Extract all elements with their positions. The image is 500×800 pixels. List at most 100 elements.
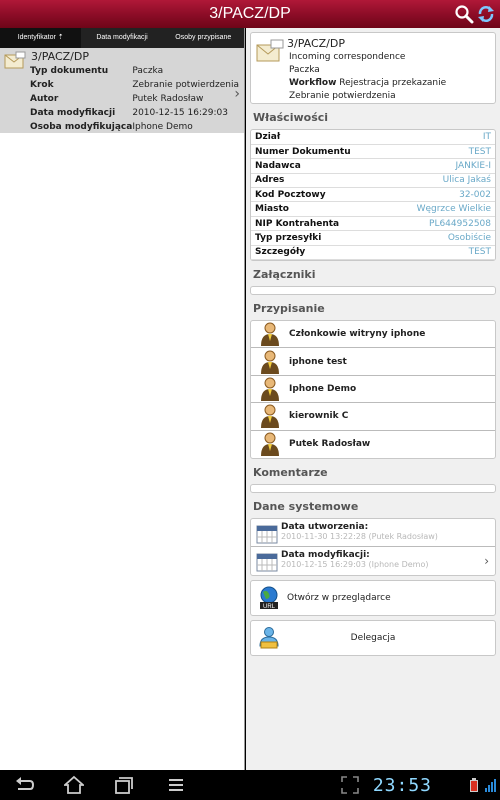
header-step: Zebranie potwierdzenia xyxy=(289,91,396,101)
envelope-icon xyxy=(4,51,26,69)
refresh-icon[interactable] xyxy=(476,4,496,24)
table-row: Typ przesyłki Osobiście xyxy=(251,230,495,246)
property-key: Dział xyxy=(251,130,387,145)
calendar-icon xyxy=(256,525,278,544)
field-key: Osoba modyfikująca xyxy=(30,122,133,132)
field-key: Krok xyxy=(30,80,54,90)
document-header-card: 3/PACZ/DP Incoming correspondence Paczka… xyxy=(250,32,496,104)
field-key: Autor xyxy=(30,94,59,104)
table-row: Numer Dokumentu TEST xyxy=(251,144,495,160)
field-value: Putek Radosław xyxy=(132,94,204,104)
assignee-name: iphone test xyxy=(289,356,347,367)
created-value: 2010-11-30 13:22:28 (Putek Radosław) xyxy=(281,531,438,541)
table-row: Adres Ulica Jakaś xyxy=(251,173,495,189)
globe-url-icon: URL xyxy=(260,586,278,610)
document-fields: Typ dokumentu Paczka Krok Zebranie potwier… xyxy=(30,64,239,134)
property-key: Miasto xyxy=(251,201,387,217)
property-key: Kod Pocztowy xyxy=(251,187,387,203)
field-value: Paczka xyxy=(132,66,164,76)
property-value: 32-002 xyxy=(386,187,495,203)
modified-label: Data modyfikacji: xyxy=(281,549,370,560)
field-key: Typ dokumentu xyxy=(30,66,109,76)
property-key: NIP Kontrahenta xyxy=(251,216,387,232)
recent-apps-icon[interactable] xyxy=(114,775,134,795)
open-in-browser-button[interactable]: URL Otwórz w przeglądarce xyxy=(250,579,496,616)
open-in-browser-label: Otwórz w przeglądarce xyxy=(287,592,391,603)
document-title: 3/PACZ/DP xyxy=(31,50,89,63)
assignee-name: Członkowie witryny iphone xyxy=(289,329,426,340)
person-icon xyxy=(261,404,279,429)
modified-row[interactable]: Data modyfikacji: 2010-12-15 16:29:03 (I… xyxy=(251,547,495,575)
page-title: 3/PACZ/DP xyxy=(209,5,291,22)
delegation-label: Delegacja xyxy=(350,632,396,643)
screenshot-icon[interactable] xyxy=(340,775,360,795)
workflow-label: Workflow xyxy=(289,78,337,88)
field-value: Iphone Demo xyxy=(132,122,193,132)
list-item[interactable]: Iphone Demo xyxy=(251,376,495,404)
workflow-value: Rejestracja przekazanie xyxy=(339,78,447,88)
sort-tabs: Identyfikator ⇡ Data modyfikacji Osoby p… xyxy=(0,28,244,48)
table-row: Miasto Węgrzce Wielkie xyxy=(251,201,495,217)
title-bar: 3/PACZ/DP xyxy=(0,0,500,28)
table-row: Kod Pocztowy 32-002 xyxy=(251,187,495,203)
chevron-right-icon: › xyxy=(484,553,489,568)
back-icon[interactable] xyxy=(14,775,34,795)
delegation-button[interactable]: Delegacja xyxy=(250,619,496,656)
battery-icon xyxy=(470,778,478,792)
section-assignment: Przypisanie xyxy=(253,302,325,316)
assignees-list: Członkowie witryny iphone iphone test Ip… xyxy=(250,320,496,459)
assignee-name: Putek Radosław xyxy=(289,439,371,450)
system-data-card: Data utworzenia: 2010-11-30 13:22:28 (Pu… xyxy=(250,517,496,576)
tab-identyfikator[interactable]: Identyfikator ⇡ xyxy=(0,28,82,48)
modified-value: 2010-12-15 16:29:03 (Iphone Demo) xyxy=(281,559,429,569)
property-value: Węgrzce Wielkie xyxy=(386,201,495,217)
document-list-panel: Identyfikator ⇡ Data modyfikacji Osoby p… xyxy=(0,28,245,770)
table-row: NIP Kontrahenta PL644952508 xyxy=(251,216,495,232)
url-badge-text: URL xyxy=(263,604,276,610)
properties-table: Dział IT Numer Dokumentu TEST Nadawca JANKI… xyxy=(250,129,496,262)
clock: 23:53 xyxy=(372,775,432,796)
property-value: Ulica Jakaś xyxy=(386,173,495,189)
section-comments: Komentarze xyxy=(253,465,328,479)
property-value: JANKIE-I xyxy=(386,158,495,174)
chevron-right-icon: › xyxy=(234,86,240,102)
field-key: Data modyfikacji xyxy=(30,108,116,118)
menu-icon[interactable] xyxy=(166,775,186,795)
list-item[interactable]: Putek Radosław xyxy=(251,431,495,458)
section-attachments: Załączniki xyxy=(253,268,316,282)
property-value: Osobiście xyxy=(386,230,495,246)
search-icon[interactable] xyxy=(454,4,474,24)
field-value: 2010-12-15 16:29:03 xyxy=(132,108,228,118)
tab-data-modyfikacji[interactable]: Data modyfikacji xyxy=(81,28,162,48)
tab-osoby-przypisane[interactable]: Osoby przypisane xyxy=(163,28,244,48)
assignee-name: Iphone Demo xyxy=(289,383,357,394)
property-key: Nadawca xyxy=(251,158,387,174)
property-value: TEST xyxy=(386,245,495,261)
created-row: Data utworzenia: 2010-11-30 13:22:28 (Pu… xyxy=(251,519,495,547)
comments-list xyxy=(250,483,496,493)
list-item[interactable]: iphone test xyxy=(251,348,495,376)
envelope-icon xyxy=(256,39,284,62)
header-title: 3/PACZ/DP xyxy=(287,37,345,50)
property-value: PL644952508 xyxy=(386,216,495,232)
document-list-item[interactable]: 3/PACZ/DP Typ dokumentu Paczka Krok Zebran… xyxy=(0,48,244,133)
property-key: Adres xyxy=(251,173,387,189)
person-icon xyxy=(261,432,279,457)
property-key: Numer Dokumentu xyxy=(251,144,387,160)
person-icon xyxy=(261,377,279,401)
assignee-name: kierownik C xyxy=(289,411,349,422)
table-row: Szczegóły TEST xyxy=(251,245,495,261)
section-system-data: Dane systemowe xyxy=(253,499,359,513)
property-key: Typ przesyłki xyxy=(251,230,387,246)
header-type: Paczka xyxy=(289,65,320,75)
list-item[interactable]: Członkowie witryny iphone xyxy=(251,321,495,349)
list-item[interactable]: kierownik C xyxy=(251,403,495,431)
system-nav-bar: 23:53 xyxy=(0,770,500,800)
property-value: IT xyxy=(386,130,495,145)
home-icon[interactable] xyxy=(64,775,84,795)
table-row: Dział IT xyxy=(251,130,495,145)
calendar-icon xyxy=(256,553,278,572)
property-value: TEST xyxy=(386,144,495,160)
person-icon xyxy=(261,350,279,374)
property-key: Szczegóły xyxy=(251,245,387,261)
